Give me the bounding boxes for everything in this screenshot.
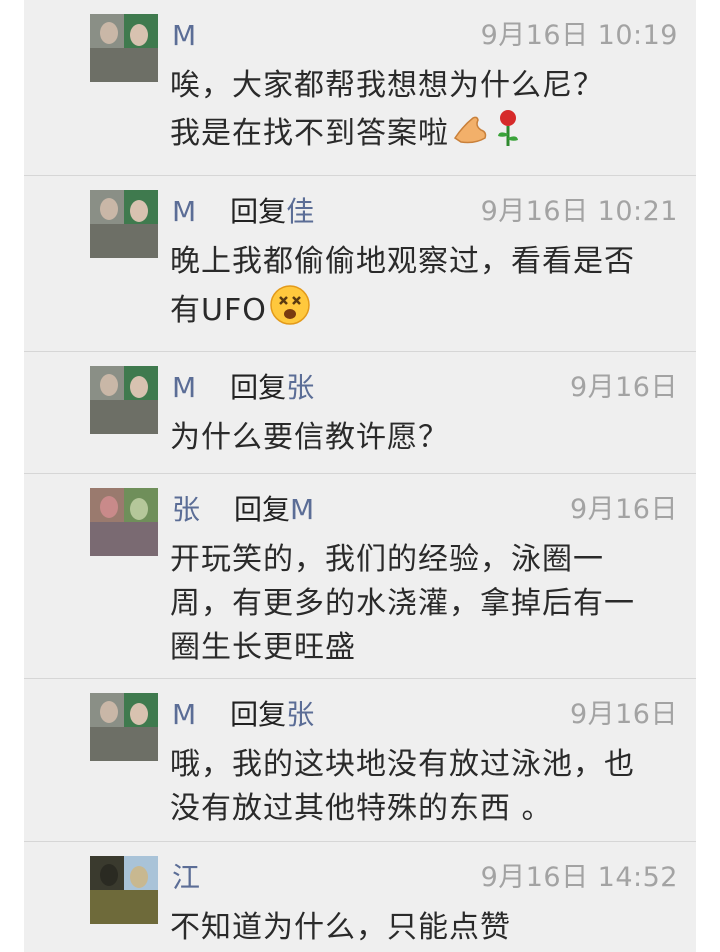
comment-timestamp: 9月16日 10:19 xyxy=(480,20,678,51)
comment-timestamp: 9月16日 xyxy=(569,372,678,403)
commenter-name[interactable]: M xyxy=(172,698,196,731)
user-avatar[interactable] xyxy=(90,366,158,434)
comment-line: 为什么要信教许愿？ xyxy=(170,420,449,455)
commenter-name[interactable]: 江 xyxy=(172,861,200,894)
user-avatar[interactable] xyxy=(90,14,158,82)
comment-item[interactable]: M 9月16日 10:19 唉，大家都帮我想想为什么尼？ 我是在找不到答案啦 xyxy=(24,0,696,176)
comment-text: 唉，大家都帮我想想为什么尼？ 我是在找不到答案啦 xyxy=(170,64,678,161)
commenter-name[interactable]: 张 xyxy=(172,493,200,526)
reply-target-name[interactable]: M xyxy=(290,493,314,526)
comment-text: 开玩笑的，我们的经验，泳圈一 周，有更多的水浇灌，拿掉后有一 圈生长更旺盛 xyxy=(170,538,678,670)
commenter-name[interactable]: M xyxy=(172,19,196,52)
reply-target-name[interactable]: 张 xyxy=(286,698,314,731)
comment-line: 圈生长更旺盛 xyxy=(170,630,356,665)
user-avatar[interactable] xyxy=(90,488,158,556)
reply-target-name[interactable]: 张 xyxy=(286,371,314,404)
comment-line: 哦，我的这块地没有放过泳池，也 xyxy=(170,747,635,782)
comment-text: 不知道为什么，只能点赞 xyxy=(170,906,678,950)
reply-label: 回复 xyxy=(230,195,287,228)
comment-timestamp: 9月16日 xyxy=(569,494,678,525)
praying-hands-icon xyxy=(451,108,491,161)
reply-label: 回复 xyxy=(230,698,287,731)
comment-text: 哦，我的这块地没有放过泳池，也 没有放过其他特殊的东西 。 xyxy=(170,743,678,831)
comment-line: 开玩笑的，我们的经验，泳圈一 xyxy=(170,542,604,577)
reply-target-name[interactable]: 佳 xyxy=(286,195,314,228)
reply-label: 回复 xyxy=(230,371,287,404)
comment-timestamp: 9月16日 xyxy=(569,699,678,730)
comment-list: M 9月16日 10:19 唉，大家都帮我想想为什么尼？ 我是在找不到答案啦 M… xyxy=(24,0,696,952)
comment-item[interactable]: M 回复佳 9月16日 10:21 晚上我都偷偷地观察过，看看是否 有UFO xyxy=(24,176,696,352)
dizzy-face-icon xyxy=(269,284,311,339)
comment-item[interactable]: 江 9月16日 14:52 不知道为什么，只能点赞 xyxy=(24,842,696,952)
comment-line: 周，有更多的水浇灌，拿掉后有一 xyxy=(170,586,635,621)
comment-line: 晚上我都偷偷地观察过，看看是否 xyxy=(170,244,635,279)
comment-timestamp: 9月16日 14:52 xyxy=(480,862,678,893)
reply-label: 回复 xyxy=(234,493,291,526)
comment-item[interactable]: M 回复张 9月16日 为什么要信教许愿？ xyxy=(24,352,696,474)
comment-text: 晚上我都偷偷地观察过，看看是否 有UFO xyxy=(170,240,678,339)
comment-line: 我是在找不到答案啦 xyxy=(170,116,449,151)
comment-timestamp: 9月16日 10:21 xyxy=(480,196,678,227)
comment-text: 为什么要信教许愿？ xyxy=(170,416,678,460)
comment-line: 唉，大家都帮我想想为什么尼？ xyxy=(170,68,604,103)
user-avatar[interactable] xyxy=(90,190,158,258)
rose-icon xyxy=(493,108,523,161)
commenter-name[interactable]: M xyxy=(172,371,196,404)
comment-line: 没有放过其他特殊的东西 。 xyxy=(170,791,553,826)
user-avatar[interactable] xyxy=(90,693,158,761)
commenter-name[interactable]: M xyxy=(172,195,196,228)
user-avatar[interactable] xyxy=(90,856,158,924)
comment-line: 不知道为什么，只能点赞 xyxy=(170,910,511,945)
comment-line: 有UFO xyxy=(170,293,267,328)
comment-item[interactable]: M 回复张 9月16日 哦，我的这块地没有放过泳池，也 没有放过其他特殊的东西 。 xyxy=(24,679,696,842)
comment-item[interactable]: 张 回复M 9月16日 开玩笑的，我们的经验，泳圈一 周，有更多的水浇灌，拿掉后有… xyxy=(24,474,696,679)
